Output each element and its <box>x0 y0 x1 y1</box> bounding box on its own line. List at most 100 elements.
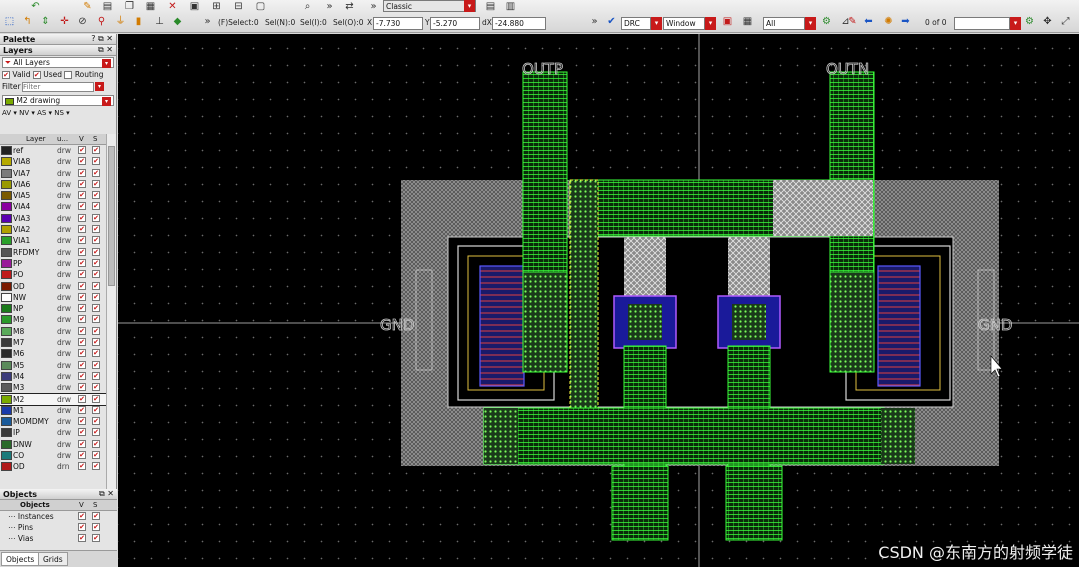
col-objects-visible[interactable]: V <box>79 501 84 509</box>
filter-dropdown-arrow-icon[interactable]: ▾ <box>102 59 111 68</box>
zoom-icon[interactable]: ⌕ <box>300 0 315 14</box>
col-purpose[interactable]: u... <box>57 135 68 143</box>
layer-visible-checkbox[interactable]: ✔ <box>78 292 86 301</box>
filter-input[interactable] <box>22 82 94 92</box>
layer-selectable-checkbox[interactable]: ✔ <box>92 326 100 335</box>
layer-visible-checkbox[interactable]: ✔ <box>78 179 86 188</box>
mode-dropdown-arrow-icon[interactable]: ▾ <box>464 0 475 12</box>
layer-filter-select[interactable]: ⏷ All Layers ▾ <box>2 57 114 68</box>
layer-visible-checkbox[interactable]: ✔ <box>78 258 86 267</box>
col-layer[interactable]: Layer <box>26 135 46 143</box>
layer-visible-checkbox[interactable]: ✔ <box>78 383 86 392</box>
layer-row-via5[interactable]: VIA5 drw ✔ ✔ <box>0 190 106 201</box>
copy-icon[interactable]: ❐ <box>122 0 137 14</box>
arrow-left-icon[interactable]: ⬅ <box>861 15 876 29</box>
object-row-pins[interactable]: ⋯ Pins ✔ ✔ <box>0 522 117 533</box>
layer-selectable-checkbox[interactable]: ✔ <box>92 258 100 267</box>
layer-selectable-checkbox[interactable]: ✔ <box>92 281 100 290</box>
shape-icon[interactable]: ◆ <box>170 15 185 29</box>
layer-selectable-checkbox[interactable]: ✔ <box>92 360 100 369</box>
move-icon[interactable]: ↰ <box>20 15 35 29</box>
layer-selectable-checkbox[interactable]: ✔ <box>92 405 100 414</box>
layer-visible-checkbox[interactable]: ✔ <box>78 394 86 403</box>
drc-dropdown-arrow-icon[interactable]: ▾ <box>651 17 662 30</box>
layer-selectable-checkbox[interactable]: ✔ <box>92 462 100 471</box>
layer-row-m2[interactable]: M2 drw ✔ ✔ <box>0 392 107 406</box>
object-row-vias[interactable]: ⋯ Vias ✔ ✔ <box>0 533 117 544</box>
search-dropdown-arrow-icon[interactable]: ▾ <box>1010 17 1021 30</box>
inp-gate-region[interactable] <box>624 237 666 297</box>
filter-options-arrow-icon[interactable]: ▾ <box>95 82 104 91</box>
marker-icon[interactable]: ⚲ <box>94 15 109 29</box>
layer-selectable-checkbox[interactable]: ✔ <box>92 146 100 154</box>
ascend-icon[interactable]: ⊟ <box>231 0 246 14</box>
mode-select[interactable]: Classic <box>383 0 476 12</box>
layer-row-od[interactable]: OD drn ✔ ✔ <box>0 461 106 472</box>
stretch-icon[interactable]: ⇕ <box>38 15 53 29</box>
find-icon[interactable]: ⚙ <box>819 15 834 29</box>
layer-row-m4[interactable]: M4 drw ✔ ✔ <box>0 371 106 382</box>
valid-checkbox[interactable]: ✔ <box>2 71 10 79</box>
layer-visible-checkbox[interactable]: ✔ <box>78 146 86 154</box>
top-right-poly-region[interactable] <box>773 180 873 236</box>
arrow-right-icon[interactable]: ➡ <box>898 15 913 29</box>
more-edit-tools-button[interactable]: » <box>200 15 215 29</box>
layer-row-m5[interactable]: M5 drw ✔ ✔ <box>0 360 106 371</box>
object-selectable-checkbox[interactable]: ✔ <box>92 523 100 531</box>
window-dropdown-arrow-icon[interactable]: ▾ <box>705 17 716 30</box>
col-objects-selectable[interactable]: S <box>93 501 97 509</box>
undo-icon[interactable]: ↶ <box>28 0 43 14</box>
grid-icon[interactable]: ▦ <box>143 0 158 14</box>
object-visible-checkbox[interactable]: ✔ <box>78 512 86 520</box>
layer-row-po[interactable]: PO drw ✔ ✔ <box>0 269 106 280</box>
window-icon[interactable]: ▢ <box>253 0 268 14</box>
layer-row-pp[interactable]: PP drw ✔ ✔ <box>0 258 106 269</box>
hierarchy-icon[interactable]: ▣ <box>187 0 202 14</box>
x-coord-field[interactable]: -7.730 <box>373 17 423 30</box>
layer-row-m8[interactable]: M8 drw ✔ ✔ <box>0 326 106 337</box>
layer-row-od[interactable]: OD drw ✔ ✔ <box>0 281 106 292</box>
layer-row-via4[interactable]: VIA4 drw ✔ ✔ <box>0 201 106 212</box>
palette-window-controls[interactable]: ? ⧉ ✕ <box>91 34 113 44</box>
layer-row-m9[interactable]: M9 drw ✔ ✔ <box>0 314 106 325</box>
layer-visible-checkbox[interactable]: ✔ <box>78 338 86 347</box>
workspace-icon[interactable]: ▥ <box>503 0 518 14</box>
layer-visible-checkbox[interactable]: ✔ <box>78 417 86 426</box>
layout-mode-icon[interactable]: ▤ <box>483 0 498 14</box>
layer-selectable-checkbox[interactable]: ✔ <box>92 247 100 256</box>
pin-label-outp[interactable]: OUTP <box>522 60 564 79</box>
layer-visible-checkbox[interactable]: ✔ <box>78 451 86 460</box>
layer-visible-checkbox[interactable]: ✔ <box>78 405 86 414</box>
pin-icon[interactable]: ▮ <box>131 15 146 29</box>
pin-label-gnd-left[interactable]: GND <box>380 316 415 335</box>
delete-icon[interactable]: ✕ <box>165 0 180 14</box>
layer-visible-checkbox[interactable]: ✔ <box>78 202 86 211</box>
more-tools-button-2[interactable]: » <box>366 0 381 14</box>
layer-selectable-checkbox[interactable]: ✔ <box>92 304 100 313</box>
y-coord-field[interactable]: -5.270 <box>430 17 480 30</box>
zoom-fit-icon[interactable]: ⚙ <box>1022 15 1037 29</box>
layer-selectable-checkbox[interactable]: ✔ <box>92 451 100 460</box>
inn-pad[interactable] <box>725 465 783 541</box>
layer-visible-checkbox[interactable]: ✔ <box>78 360 86 369</box>
layer-visible-checkbox[interactable]: ✔ <box>78 315 86 324</box>
layer-selectable-checkbox[interactable]: ✔ <box>92 338 100 347</box>
dx-field[interactable]: -24.880 <box>492 17 546 30</box>
current-layer-select[interactable]: M2 drawing ▾ <box>2 95 114 106</box>
col-objects[interactable]: Objects <box>20 501 50 509</box>
layer-visible-checkbox[interactable]: ✔ <box>78 213 86 222</box>
layer-visible-checkbox[interactable]: ✔ <box>78 247 86 256</box>
layer-row-np[interactable]: NP drw ✔ ✔ <box>0 303 106 314</box>
layer-selectable-checkbox[interactable]: ✔ <box>92 315 100 324</box>
layer-row-ip[interactable]: IP drw ✔ ✔ <box>0 427 106 438</box>
scope-dropdown-arrow-icon[interactable]: ▾ <box>805 17 816 30</box>
layer-selectable-checkbox[interactable]: ✔ <box>92 394 100 403</box>
layer-selectable-checkbox[interactable]: ✔ <box>92 168 100 177</box>
pan-icon[interactable]: ✥ <box>1040 15 1055 29</box>
layout-canvas[interactable]: OUTP OUTN GND GND CSDN @东南方的射频学徒 <box>118 34 1079 567</box>
layer-row-via1[interactable]: VIA1 drw ✔ ✔ <box>0 235 106 246</box>
layer-row-via7[interactable]: VIA7 drw ✔ ✔ <box>0 168 106 179</box>
layer-visible-checkbox[interactable]: ✔ <box>78 439 86 448</box>
layer-row-m7[interactable]: M7 drw ✔ ✔ <box>0 337 106 348</box>
layer-visible-checkbox[interactable]: ✔ <box>78 428 86 437</box>
